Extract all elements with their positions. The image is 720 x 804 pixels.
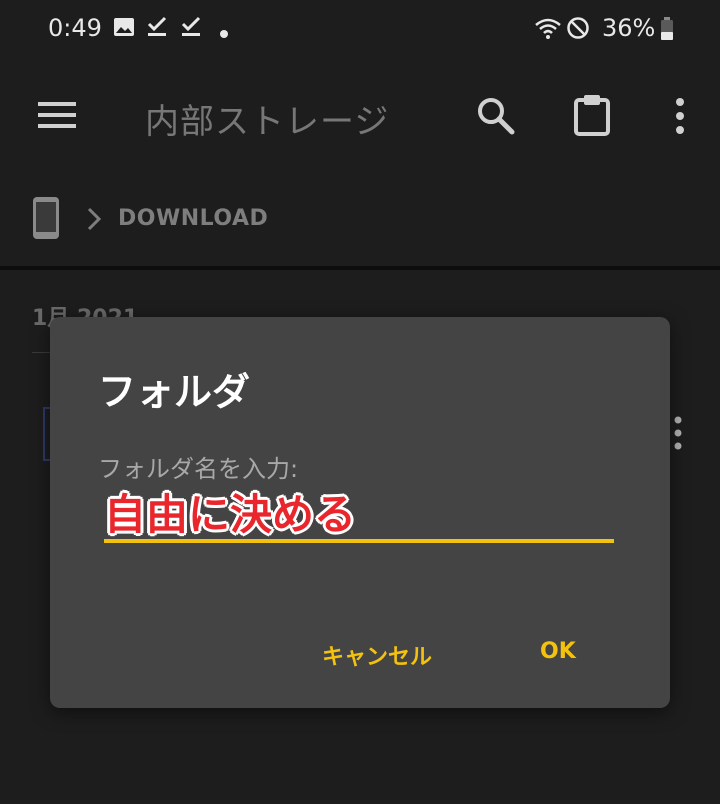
dnd-icon (566, 16, 590, 44)
battery-icon (660, 17, 674, 45)
item-more-icon[interactable] (672, 416, 684, 454)
folder-name-input[interactable] (104, 483, 614, 543)
cancel-button[interactable]: キャンセル (316, 635, 438, 675)
battery-percent: 36% (602, 14, 656, 42)
ok-button[interactable]: OK (534, 635, 582, 668)
dialog-prompt: フォルダ名を入力: (98, 455, 299, 483)
check-icon (180, 16, 202, 42)
divider (0, 266, 720, 270)
breadcrumb: DOWNLOAD (0, 178, 720, 262)
dialog-title: フォルダ (98, 370, 251, 414)
app-bar: 内部ストレージ (0, 60, 720, 170)
clipboard-icon[interactable] (574, 94, 610, 140)
wifi-icon (534, 16, 562, 44)
dot-icon (219, 24, 229, 43)
page-title: 内部ストレージ (145, 102, 390, 142)
phone-icon[interactable] (32, 196, 60, 244)
menu-icon[interactable] (38, 100, 76, 134)
status-time: 0:49 (48, 14, 102, 42)
more-vert-icon[interactable] (674, 98, 686, 138)
status-bar: 0:49 36% (0, 0, 720, 60)
image-icon (113, 16, 135, 42)
new-folder-dialog: フォルダ フォルダ名を入力: キャンセル OK (50, 317, 670, 708)
check-icon (146, 16, 168, 42)
breadcrumb-folder[interactable]: DOWNLOAD (118, 206, 268, 231)
search-icon[interactable] (476, 96, 516, 140)
chevron-right-icon (86, 206, 102, 236)
